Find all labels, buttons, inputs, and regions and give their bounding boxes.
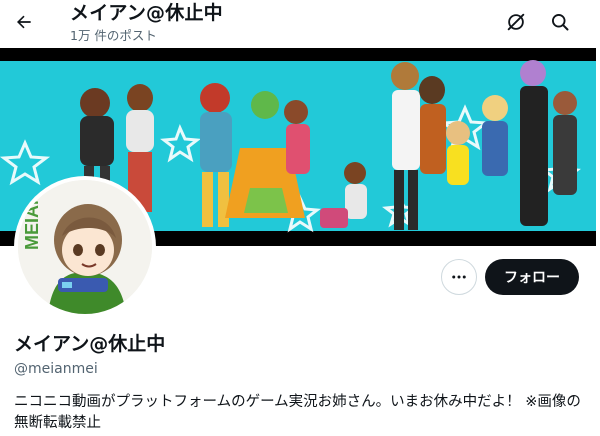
post-count: 1万 件のポスト — [70, 28, 157, 43]
bio: ニコニコ動画がプラットフォームのゲーム実況お姉さん。いまお休み中だよ！ ※画像の… — [14, 394, 581, 431]
follow-button[interactable]: フォロー — [485, 259, 579, 295]
grok-button[interactable] — [500, 6, 532, 38]
top-bar: メイアン@休止中 1万 件のポスト — [0, 0, 600, 48]
display-name: メイアン@休止中 — [14, 333, 166, 355]
arrow-left-icon — [17, 15, 31, 29]
avatar-frame[interactable]: MEIAN — [14, 176, 156, 318]
handle: @meianmei — [14, 361, 98, 377]
search-button[interactable] — [544, 6, 576, 38]
avatar: MEIAN — [18, 180, 152, 314]
search-icon — [552, 14, 569, 31]
back-button[interactable] — [8, 6, 40, 38]
grok-icon — [507, 13, 525, 31]
more-button[interactable] — [441, 259, 477, 295]
more-dots-icon — [452, 275, 466, 279]
header-title: メイアン@休止中 — [70, 2, 223, 24]
avatar-illustration: MEIAN — [18, 180, 152, 314]
header-title-block: メイアン@休止中 1万 件のポスト — [70, 0, 223, 45]
